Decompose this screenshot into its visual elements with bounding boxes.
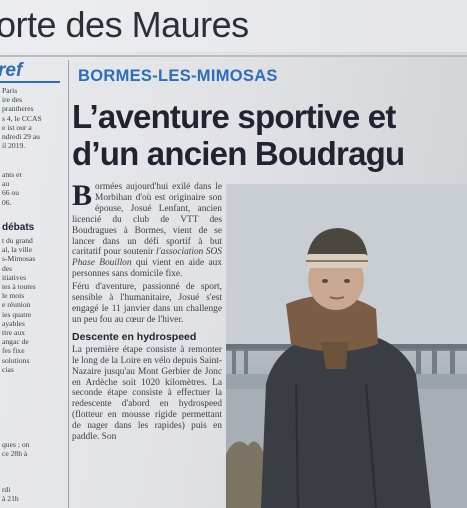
brief-block-4: ques ; on ce 28h à xyxy=(2,440,64,458)
brief-line: ques ; on xyxy=(2,440,30,449)
brief-line: rdi xyxy=(2,485,11,494)
brief-line: ttre aux xyxy=(2,328,25,338)
brief-subhead: débats xyxy=(2,222,35,233)
brief-block-5: rdi à 21h xyxy=(2,485,64,503)
brief-kicker-rule xyxy=(0,81,60,83)
brief-line: 66 ou xyxy=(2,188,20,198)
brief-line: t du grand xyxy=(2,236,33,245)
brief-line: al, la ville xyxy=(2,245,33,255)
header-band: orte des Maures xyxy=(0,0,467,52)
section-kicker: BORMES-LES-MIMOSAS xyxy=(78,67,278,85)
brief-line: le mois xyxy=(2,291,25,301)
article-paragraph-1: Bormées aujourd'hui exilé dans le Morbih… xyxy=(72,182,222,280)
brief-block-3: t du grand al, la ville s-Mimosas des itiati… xyxy=(2,236,64,374)
brief-line: au xyxy=(2,179,10,189)
brief-line: prantheres xyxy=(2,104,34,114)
brief-line: s 4, le CCAS xyxy=(2,113,42,123)
brief-line: fes fixe xyxy=(2,346,25,356)
article-paragraph-3: La première étape consiste à remonter le… xyxy=(72,344,222,443)
brief-line: itiatives xyxy=(2,272,27,282)
page-masthead: orte des Maures xyxy=(0,4,249,45)
brief-line: ies quatre xyxy=(2,309,32,319)
brief-kicker: ref xyxy=(0,60,23,81)
brief-line: ce 28h à xyxy=(2,449,28,459)
brief-line: angac de xyxy=(2,337,29,347)
brief-line: des xyxy=(2,263,13,273)
newspaper-page: orte des Maures ref Paris ire des pranther… xyxy=(0,0,467,508)
article-headline: L’aventure sportive et d’un ancien Boudr… xyxy=(72,98,467,172)
left-brief-column: ref Paris ire des prantheres s 4, le CCAS e … xyxy=(0,58,66,508)
brief-line: ayables xyxy=(2,318,25,328)
article-photo xyxy=(226,184,467,508)
article-subhead: Descente en hydrospeed xyxy=(72,330,197,343)
brief-line: Paris xyxy=(2,86,18,95)
header-divider xyxy=(0,55,467,57)
brief-line: cias xyxy=(2,364,14,374)
brief-line: il 2019. xyxy=(2,141,26,151)
brief-line: ants et xyxy=(2,170,22,179)
brief-line: ndredi 29 au xyxy=(2,132,40,142)
brief-block-2: ants et au 66 ou 06. xyxy=(2,170,64,207)
brief-line: à 21h xyxy=(2,494,19,504)
brief-line: s-Mimosas xyxy=(2,254,36,264)
drop-cap: B xyxy=(72,182,93,212)
brief-line: tes à toutes xyxy=(2,282,36,292)
photo-illustration xyxy=(226,184,467,508)
article-body: Bormées aujourd'hui exilé dans le Morbih… xyxy=(72,182,222,508)
brief-line: solutions xyxy=(2,355,30,365)
brief-block-1: Paris ire des prantheres s 4, le CCAS e ist … xyxy=(2,86,64,150)
brief-line: ire des xyxy=(2,95,23,105)
headline-line-2: d’un ancien Boudragu xyxy=(72,135,405,172)
brief-line: 06. xyxy=(2,197,12,207)
brief-line: e réunion xyxy=(2,300,31,310)
article-paragraph-2: Féru d'aventure, passionné de sport, sen… xyxy=(72,282,222,325)
headline-line-1: L’aventure sportive et xyxy=(72,98,396,135)
column-divider xyxy=(68,60,69,508)
brief-line: e ist our a xyxy=(2,122,32,132)
